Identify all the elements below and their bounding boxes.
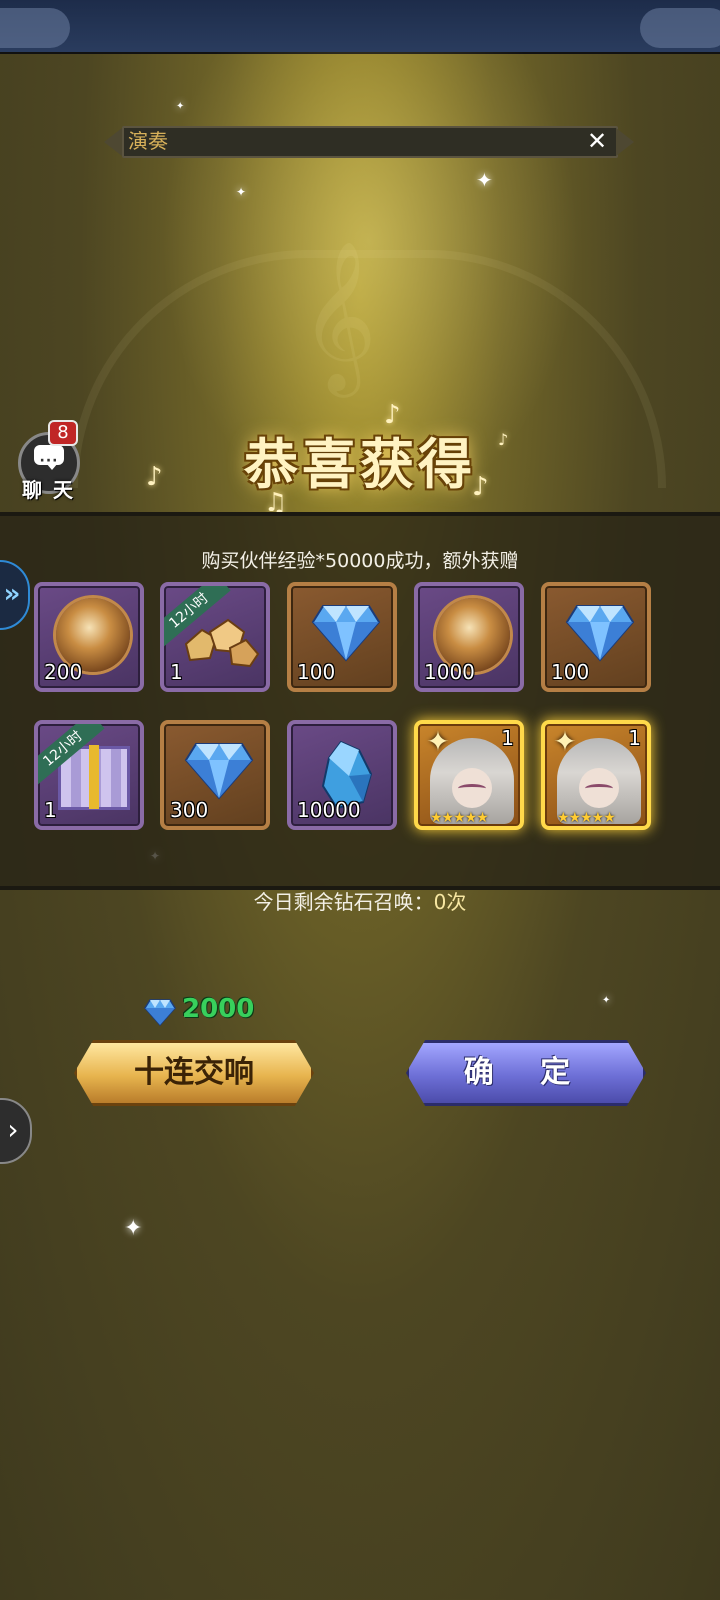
cloud-decor bbox=[640, 8, 720, 48]
reward-item[interactable]: 100 bbox=[287, 582, 397, 692]
remaining-summons-label: 今日剩余钻石召唤： bbox=[253, 890, 434, 914]
reward-item[interactable]: 1000 bbox=[414, 582, 524, 692]
reward-item[interactable]: 300 bbox=[160, 720, 270, 830]
treble-clef-decor: 𝄞 bbox=[300, 239, 377, 391]
reward-title: 恭喜获得 bbox=[244, 432, 476, 496]
marquee-left-cap bbox=[104, 128, 122, 156]
remaining-summons: 今日剩余钻石召唤：0次 bbox=[0, 886, 720, 915]
marquee-bar bbox=[122, 126, 618, 158]
item-quantity: 10000 bbox=[297, 798, 361, 822]
reward-item-hero[interactable]: ✦ 1 ★★★★★ bbox=[541, 720, 651, 830]
ten-pull-button[interactable]: 十连交响 bbox=[74, 1040, 314, 1106]
item-quantity: 100 bbox=[297, 660, 336, 684]
diamond-icon bbox=[144, 999, 176, 1026]
item-quantity: 300 bbox=[170, 798, 209, 822]
diamond-icon bbox=[184, 743, 254, 800]
item-quantity: 1 bbox=[628, 726, 641, 750]
item-quantity: 1 bbox=[501, 726, 514, 750]
item-quantity: 200 bbox=[44, 660, 83, 684]
sparkle-icon: ✦ bbox=[176, 101, 185, 112]
item-quantity: 1 bbox=[44, 798, 57, 822]
reward-item[interactable]: 12小时 1 bbox=[34, 720, 144, 830]
item-quantity: 100 bbox=[551, 660, 590, 684]
confirm-button[interactable]: 确 定 bbox=[406, 1040, 646, 1106]
item-quantity: 1 bbox=[170, 660, 183, 684]
reward-item[interactable]: 200 bbox=[34, 582, 144, 692]
sparkle-icon: ✦ bbox=[476, 168, 493, 192]
diamond-icon bbox=[311, 605, 381, 662]
compass-star-icon: ✦ bbox=[553, 725, 577, 758]
reward-item[interactable]: 100 bbox=[541, 582, 651, 692]
close-icon[interactable]: ✕ bbox=[584, 128, 610, 154]
hero-rarity-stars: ★★★★★ bbox=[557, 810, 616, 826]
cloud-decor bbox=[0, 8, 70, 48]
reward-item-hero[interactable]: ✦ 1 ★★★★★ bbox=[414, 720, 524, 830]
compass-star-icon: ✦ bbox=[426, 725, 450, 758]
reward-message: 购买伙伴经验*50000成功，额外获赠 bbox=[201, 550, 519, 572]
marquee-text: 演奏 bbox=[128, 129, 168, 153]
marquee-right-cap bbox=[616, 128, 634, 156]
reward-item[interactable]: 12小时 1 bbox=[160, 582, 270, 692]
sparkle-icon: ✦ bbox=[602, 995, 611, 1006]
summon-cost: 2000 bbox=[182, 994, 255, 1024]
remaining-summons-count: 0次 bbox=[433, 890, 467, 914]
reward-item[interactable]: 10000 bbox=[287, 720, 397, 830]
top-decor-strip bbox=[0, 0, 720, 54]
side-expand-arrow-icon[interactable]: › bbox=[0, 1098, 32, 1164]
diamond-icon bbox=[565, 605, 635, 662]
hero-rarity-stars: ★★★★★ bbox=[430, 810, 489, 826]
sparkle-icon: ✦ bbox=[236, 185, 247, 199]
sparkle-icon: ✦ bbox=[124, 1216, 143, 1241]
item-quantity: 1000 bbox=[424, 660, 475, 684]
